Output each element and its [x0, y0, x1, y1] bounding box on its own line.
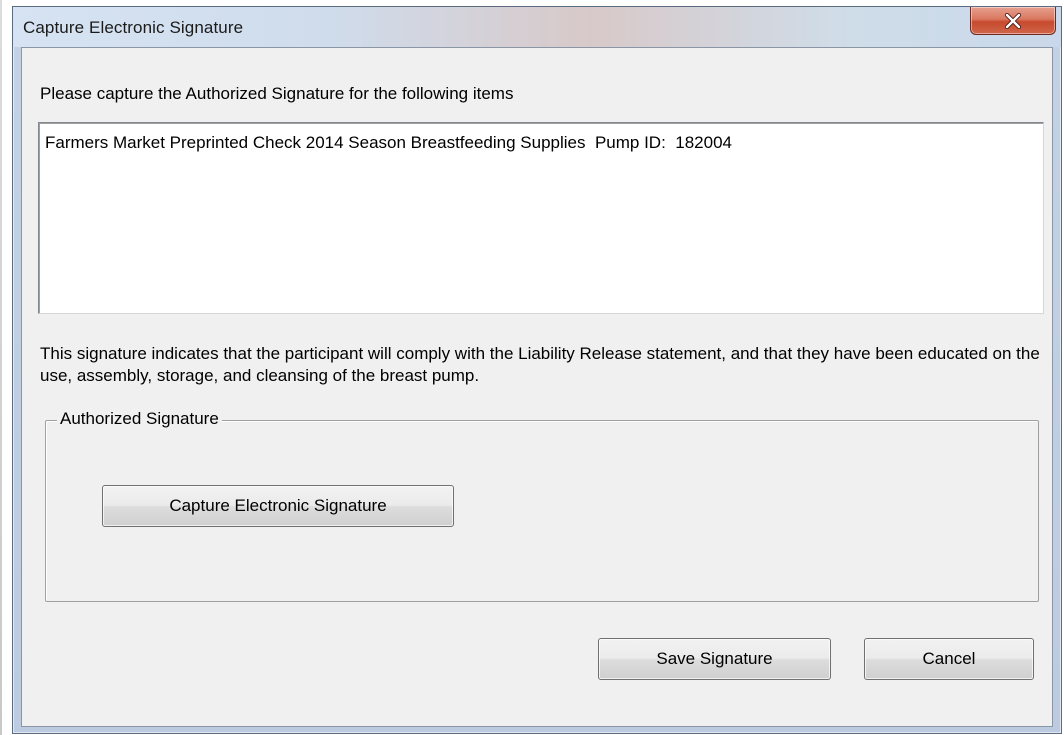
cancel-button[interactable]: Cancel: [864, 638, 1034, 680]
close-x-icon: [1004, 12, 1022, 29]
window-title: Capture Electronic Signature: [23, 18, 244, 37]
dialog-client-area: Please capture the Authorized Signature …: [21, 47, 1053, 727]
items-text-box[interactable]: Farmers Market Preprinted Check 2014 Sea…: [38, 122, 1044, 314]
capture-signature-button[interactable]: Capture Electronic Signature: [102, 485, 454, 527]
title-bar[interactable]: Capture Electronic Signature: [13, 7, 1061, 47]
screen: Capture Electronic Signature Please capt…: [0, 0, 1064, 735]
instruction-label: Please capture the Authorized Signature …: [40, 84, 514, 103]
liability-statement: This signature indicates that the partic…: [40, 344, 1040, 385]
screen-edge: [0, 0, 2, 735]
group-label: Authorized Signature: [57, 409, 222, 429]
dialog-window: Capture Electronic Signature Please capt…: [12, 6, 1062, 734]
save-signature-button[interactable]: Save Signature: [598, 638, 831, 680]
close-button[interactable]: [970, 7, 1056, 35]
